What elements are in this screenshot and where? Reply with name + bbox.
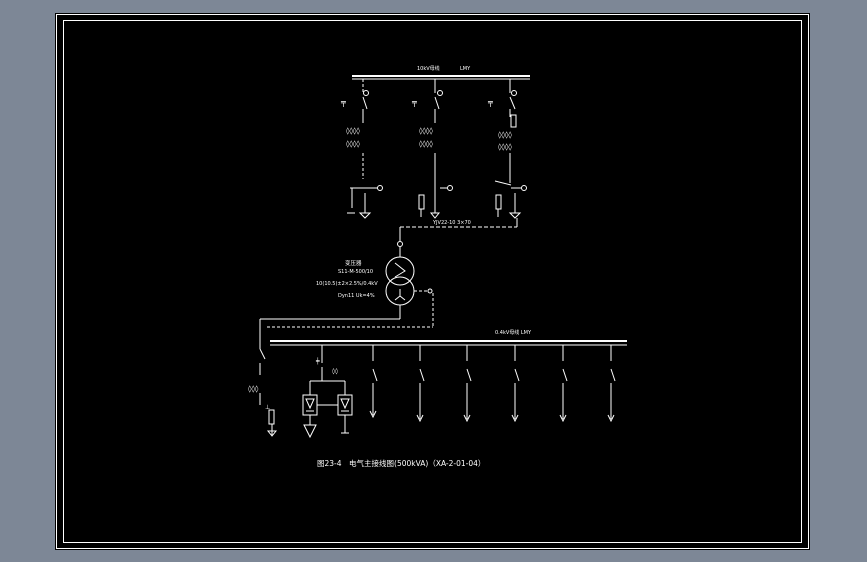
current-transformer-icon: ◊◊ — [332, 368, 338, 375]
hv-panel-outgoing: ╤ ◊◊◊◊ ◊◊◊◊ — [487, 79, 527, 219]
hv-panel-metering: ╤ ◊◊◊◊ ◊◊◊◊ — [411, 79, 453, 219]
drawing-sheet: 10kV母线 LMY ╤ ◊◊◊◊ ◊◊◊◊ ╤ ◊◊◊◊ ◊◊◊◊ ╤ ◊◊◊… — [55, 13, 810, 550]
earth-switch-icon: ╤ — [411, 98, 417, 107]
current-transformer-icon: ◊◊◊◊ — [419, 127, 433, 135]
current-transformer-icon: ◊◊◊◊ — [498, 143, 512, 151]
lv-feeder-3 — [463, 345, 472, 423]
switch-icon: ╪ — [315, 357, 320, 365]
current-transformer-icon: ◊◊◊ — [248, 385, 259, 393]
transformer-group: Dyn11 Uk=4% — [338, 293, 375, 299]
lv-incomer: ◊◊◊ ⊥ — [248, 333, 278, 437]
lv-feeders — [369, 345, 616, 423]
lv-feeder-6 — [607, 345, 616, 423]
earth-switch-icon: ╤ — [340, 98, 346, 107]
transformer-name: 变压器 — [345, 259, 362, 267]
transformer-model: S11-M-500/10 — [338, 269, 373, 275]
current-transformer-icon: ◊◊◊◊ — [346, 127, 360, 135]
ground-icon — [429, 212, 441, 219]
meter-icon — [268, 409, 275, 425]
lv-bus-label: 0.4kV母线 LMY — [495, 329, 532, 336]
earth-switch-icon: ╤ — [487, 98, 493, 107]
fuse-icon — [495, 194, 502, 210]
ground-icon — [508, 212, 522, 219]
lv-feeder-5 — [559, 345, 568, 423]
hv-busbar: 10kV母线 LMY — [352, 65, 530, 80]
outer-frame — [56, 14, 809, 549]
capacitor-bank-2 — [337, 394, 353, 416]
single-line-diagram: 10kV母线 LMY ╤ ◊◊◊◊ ◊◊◊◊ ╤ ◊◊◊◊ ◊◊◊◊ ╤ ◊◊◊… — [56, 14, 809, 549]
current-transformer-icon: ◊◊◊◊ — [419, 140, 433, 148]
hv-cable-label: YJV22-10 3×70 — [432, 220, 471, 226]
fuse-icon — [510, 114, 517, 128]
transformer-ratio: 10(10.5)±2×2.5%/0.4kV — [316, 281, 378, 287]
lv-feeder-1 — [369, 345, 378, 419]
hv-bus-spec: LMY — [460, 66, 471, 72]
ground-icon — [303, 424, 317, 439]
capacitor-bank-1 — [302, 394, 318, 416]
current-transformer-icon: ◊◊◊◊ — [346, 140, 360, 148]
ground-icon — [358, 212, 372, 219]
lv-connection — [259, 293, 434, 333]
current-transformer-icon: ◊◊◊◊ — [498, 131, 512, 139]
fuse-icon — [418, 194, 425, 210]
diagram-caption: 图23-4 电气主接线图(500kVA)（XA-2-01-04） — [317, 458, 485, 468]
capacitor-panel: ╪ ◊◊ — [302, 345, 353, 439]
lv-feeder-4 — [511, 345, 520, 423]
hv-bus-label: 10kV母线 — [417, 65, 440, 72]
hv-cable: YJV22-10 3×70 — [397, 218, 518, 247]
lv-busbar: 0.4kV母线 LMY — [270, 329, 627, 346]
transformer: 变压器 S11-M-500/10 10(10.5)±2×2.5%/0.4kV D… — [316, 247, 433, 306]
lv-feeder-2 — [416, 345, 425, 423]
hv-panel-incoming: ╤ ◊◊◊◊ ◊◊◊◊ — [340, 79, 383, 219]
